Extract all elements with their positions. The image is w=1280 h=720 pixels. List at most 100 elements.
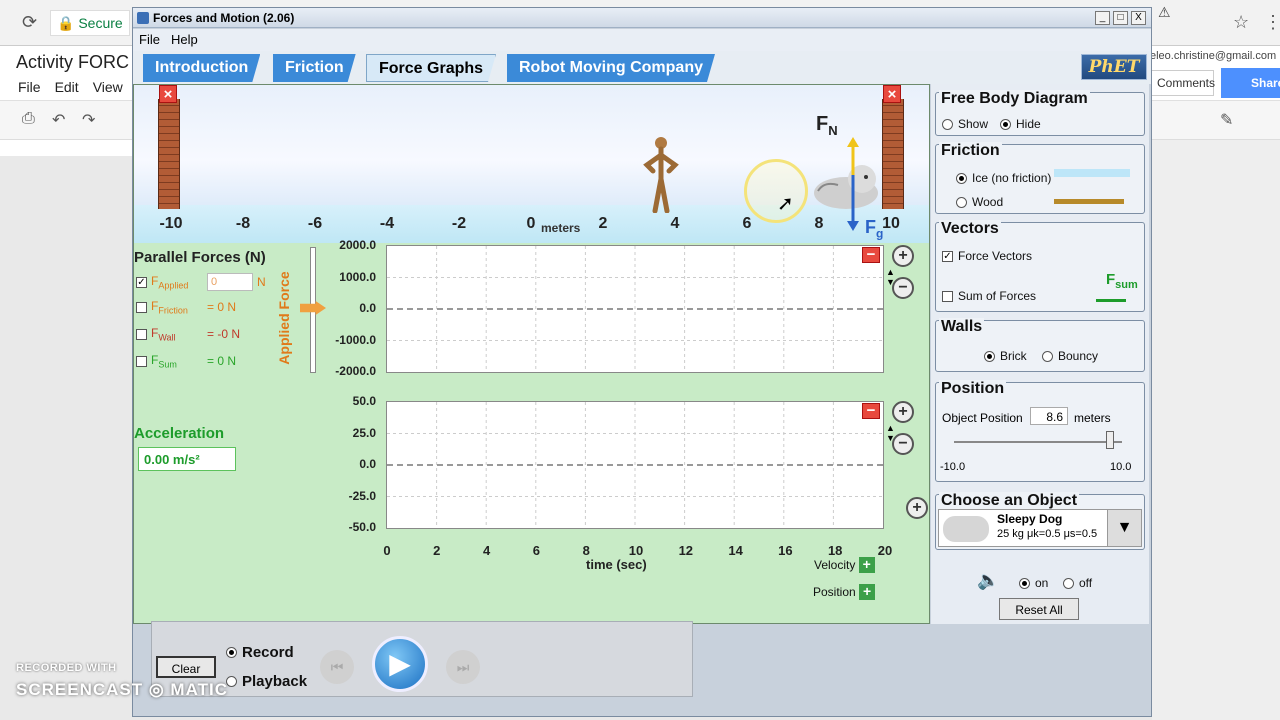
record-radio[interactable] — [226, 647, 237, 658]
y-tick: 2000.0 — [339, 238, 376, 252]
sound-on-radio[interactable] — [1019, 577, 1030, 589]
record-option[interactable]: Record — [226, 644, 294, 661]
sound-off-radio[interactable] — [1063, 577, 1074, 589]
undo-icon[interactable]: ↶ — [52, 110, 65, 130]
acceleration-graph-scale-arrows-icon[interactable]: ▲ ▼ — [886, 423, 895, 443]
fsum-legend-arrow — [1096, 299, 1126, 302]
force-vectors-option[interactable]: ✓ Force Vectors — [942, 249, 1032, 263]
print-icon[interactable]: ⎙ — [22, 110, 35, 128]
position-slider-track[interactable] — [954, 441, 1122, 443]
acceleration-graph[interactable] — [386, 401, 884, 529]
reload-icon[interactable]: ⟳ — [22, 12, 37, 33]
pencil-icon[interactable]: ✎ — [1220, 110, 1233, 130]
force-graph[interactable] — [386, 245, 884, 373]
share-button[interactable]: Share — [1221, 68, 1280, 98]
doc-title[interactable]: Activity FORC — [16, 52, 129, 73]
step-forward-button[interactable]: ⏭ — [446, 650, 480, 684]
doc-menu-view[interactable]: View — [93, 79, 123, 95]
position-min-label: -10.0 — [940, 461, 966, 473]
minimize-button[interactable]: _ — [1095, 11, 1110, 25]
position-graph-toggle[interactable]: Position + — [813, 584, 876, 600]
sound-off-option[interactable]: off — [1063, 576, 1092, 590]
friction-ice-option[interactable]: Ice (no friction) — [956, 171, 1051, 185]
sound-on-option[interactable]: on — [1019, 576, 1048, 590]
axis-unit: meters — [541, 221, 581, 235]
menu-help[interactable]: Help — [171, 32, 198, 47]
menu-file[interactable]: File — [139, 32, 160, 47]
bouncy-radio[interactable] — [1042, 350, 1053, 362]
free-body-show-radio[interactable] — [942, 118, 953, 130]
rewind-button[interactable]: ⏮ — [320, 650, 354, 684]
ice-radio[interactable] — [956, 172, 967, 184]
force-checkbox[interactable] — [136, 301, 147, 313]
sum-of-forces-option[interactable]: Sum of Forces — [942, 289, 1036, 303]
menu-dots-icon[interactable]: ⋮ — [1264, 12, 1280, 33]
force-graph-scale-arrows-icon[interactable]: ▲ ▼ — [886, 267, 895, 287]
chevron-down-icon[interactable]: ▼ — [1107, 510, 1141, 546]
time-zoom-button[interactable]: + — [906, 497, 928, 519]
wood-radio[interactable] — [956, 196, 967, 208]
doc-menu-edit[interactable]: Edit — [55, 79, 79, 95]
remove-right-wall-button[interactable]: × — [883, 85, 901, 103]
comments-button[interactable]: Comments — [1148, 70, 1215, 96]
reset-all-button[interactable]: Reset All — [999, 598, 1079, 620]
parallel-forces-title: Parallel Forces (N) — [134, 249, 266, 266]
play-button[interactable]: ▶ — [372, 636, 428, 692]
close-button[interactable]: X — [1131, 11, 1146, 25]
time-tick: 18 — [827, 543, 843, 558]
clear-button[interactable]: Clear — [156, 656, 216, 678]
playback-option[interactable]: Playback — [226, 673, 307, 690]
add-position-graph-icon[interactable]: + — [859, 584, 876, 600]
position-box: Position Object Position 8.6 meters -10.… — [935, 380, 1145, 482]
free-body-hide-radio[interactable] — [1000, 118, 1011, 130]
acceleration-graph-zoom-in-button[interactable]: + — [892, 401, 914, 423]
gravity-force-label: Fg — [865, 217, 884, 241]
tab-introduction[interactable]: Introduction — [143, 54, 260, 82]
redo-icon[interactable]: ↷ — [82, 110, 95, 130]
position-slider-thumb[interactable] — [1106, 431, 1115, 449]
add-velocity-graph-icon[interactable]: + — [858, 557, 875, 573]
playback-controls: Clear Record Playback ⏮ ▶ ⏭ — [151, 621, 693, 697]
walls-brick-option[interactable]: Brick — [984, 349, 1027, 363]
free-body-show-option[interactable]: Show — [942, 117, 988, 131]
position-title: Position — [939, 380, 1007, 398]
applied-force-checkbox[interactable]: ✓ — [136, 276, 147, 288]
app-icon — [137, 12, 149, 24]
object-position-unit: meters — [1074, 411, 1111, 425]
brick-radio[interactable] — [984, 350, 995, 362]
position-max-label: 10.0 — [1110, 461, 1132, 473]
remove-left-wall-button[interactable]: × — [159, 85, 177, 103]
free-body-hide-option[interactable]: Hide — [1000, 117, 1041, 131]
tab-force-graphs[interactable]: Force Graphs — [366, 54, 496, 82]
tab-strip: Introduction Friction Force Graphs Robot… — [133, 51, 1151, 84]
maximize-button[interactable]: □ — [1113, 11, 1128, 25]
phet-window: Forces and Motion (2.06) _ □ X File Help… — [132, 7, 1152, 717]
force-graph-minimize-button[interactable]: − — [862, 247, 880, 263]
walls-bouncy-option[interactable]: Bouncy — [1042, 349, 1098, 363]
star-icon[interactable]: ☆ — [1233, 12, 1249, 33]
axis-tick: 4 — [670, 215, 680, 232]
cursor-highlight — [744, 159, 808, 223]
acceleration-graph-zoom-out-button[interactable]: − — [892, 433, 914, 455]
watermark-line2: SCREENCAST ◎ MATIC — [16, 680, 228, 699]
phet-logo[interactable]: PhET — [1081, 54, 1147, 80]
velocity-graph-toggle[interactable]: Velocity + — [814, 557, 875, 573]
doc-menu-file[interactable]: File — [18, 79, 41, 95]
force-checkbox[interactable] — [136, 328, 147, 340]
object-position-input[interactable]: 8.6 — [1030, 407, 1068, 425]
force-graph-zoom-out-button[interactable]: − — [892, 277, 914, 299]
secure-badge[interactable]: 🔒 Secure — [50, 10, 130, 36]
tab-friction[interactable]: Friction — [273, 54, 356, 82]
force-graph-zoom-in-button[interactable]: + — [892, 245, 914, 267]
choose-object-title: Choose an Object — [939, 492, 1080, 510]
window-titlebar[interactable]: Forces and Motion (2.06) _ □ X — [133, 8, 1151, 28]
force-checkbox[interactable] — [136, 355, 147, 367]
applied-force-input[interactable]: 0 — [207, 273, 253, 291]
tab-robot-moving-company[interactable]: Robot Moving Company — [507, 54, 715, 82]
object-dropdown[interactable]: Sleepy Dog 25 kg μk=0.5 μs=0.5 ▼ — [938, 509, 1142, 547]
sum-of-forces-checkbox[interactable] — [942, 290, 953, 302]
friction-wood-option[interactable]: Wood — [956, 195, 1003, 209]
force-vectors-checkbox[interactable]: ✓ — [942, 250, 953, 262]
close-tab-icon[interactable]: ⚠ — [1158, 4, 1171, 21]
acceleration-graph-minimize-button[interactable]: − — [862, 403, 880, 419]
